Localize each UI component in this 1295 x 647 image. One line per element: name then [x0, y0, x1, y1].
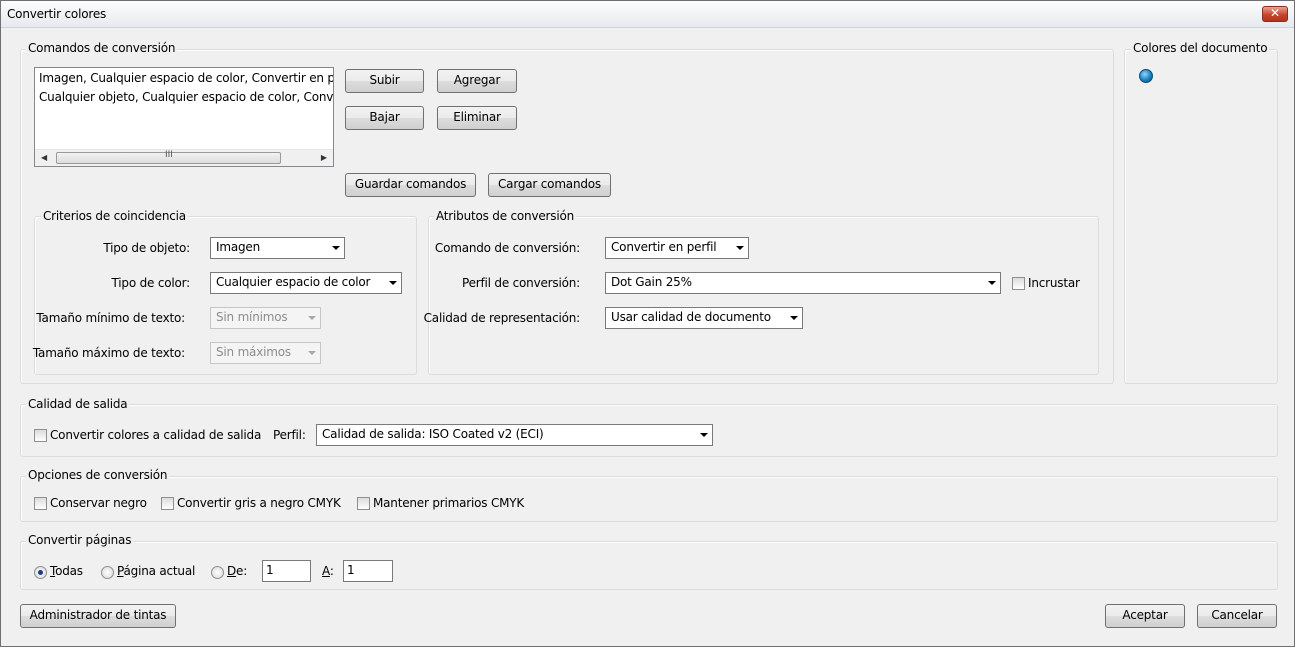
convert-colors-dialog: Convertir colores ✕ Comandos de conversi…	[0, 0, 1295, 647]
rendering-intent-value: Usar calidad de documento	[611, 310, 771, 324]
chevron-down-icon	[731, 238, 748, 258]
min-text-size-select: Sin mínimos	[210, 307, 321, 329]
delete-button[interactable]: Eliminar	[437, 106, 517, 130]
gray-to-black-checkbox[interactable]	[161, 497, 174, 510]
scroll-right-icon[interactable]: ▶	[321, 153, 327, 162]
keep-black-checkbox[interactable]	[34, 497, 47, 510]
window-title: Convertir colores	[7, 7, 107, 21]
current-page-label[interactable]: Página actual	[117, 564, 195, 578]
gray-to-black-label[interactable]: Convertir gris a negro CMYK	[177, 496, 341, 510]
object-type-select[interactable]: Imagen	[210, 237, 345, 259]
list-item[interactable]: Cualquier objeto, Cualquier espacio de c…	[39, 90, 333, 104]
chevron-down-icon	[303, 343, 320, 363]
scroll-thumb[interactable]: III	[56, 150, 281, 164]
save-commands-button[interactable]: Guardar comandos	[345, 173, 476, 197]
max-text-size-select: Sin máximos	[210, 342, 321, 364]
object-type-value: Imagen	[216, 240, 260, 254]
chevron-down-icon	[303, 308, 320, 328]
output-profile-select[interactable]: Calidad de salida: ISO Coated v2 (ECI)	[316, 424, 713, 446]
output-profile-value: Calidad de salida: ISO Coated v2 (ECI)	[322, 427, 544, 441]
conversion-commands-label: Comandos de conversión	[26, 41, 178, 55]
document-colors-label: Colores del documento	[1131, 41, 1270, 55]
color-type-value: Cualquier espacio de color	[216, 275, 371, 289]
conversion-command-label: Comando de conversión:	[434, 241, 580, 255]
keep-primaries-label[interactable]: Mantener primarios CMYK	[373, 496, 524, 510]
chevron-down-icon	[327, 238, 344, 258]
conversion-profile-value: Dot Gain 25%	[611, 275, 692, 289]
keep-primaries-checkbox[interactable]	[357, 497, 370, 510]
horizontal-scrollbar[interactable]: ◀ III ▶	[35, 149, 333, 166]
color-swatch[interactable]	[1139, 69, 1153, 83]
output-profile-label: Perfil:	[273, 428, 306, 442]
title-bar: Convertir colores ✕	[1, 1, 1294, 28]
chevron-down-icon	[785, 308, 802, 328]
output-intent-label: Calidad de salida	[26, 397, 130, 411]
ok-button[interactable]: Aceptar	[1105, 604, 1185, 628]
rendering-intent-select[interactable]: Usar calidad de documento	[605, 307, 803, 329]
convert-to-output-label[interactable]: Convertir colores a calidad de salida	[50, 428, 261, 442]
color-type-select[interactable]: Cualquier espacio de color	[210, 272, 402, 294]
color-type-label: Tipo de color:	[111, 276, 191, 290]
close-button[interactable]: ✕	[1262, 6, 1288, 22]
to-label[interactable]: A:	[322, 564, 334, 578]
conversion-attributes-group	[428, 216, 1099, 375]
document-colors-group	[1124, 49, 1278, 384]
chevron-down-icon	[384, 273, 401, 293]
conversion-attributes-label: Atributos de conversión	[434, 209, 577, 223]
max-text-size-label: Tamaño máximo de texto:	[32, 346, 185, 360]
embed-checkbox[interactable]	[1012, 277, 1025, 290]
load-commands-button[interactable]: Cargar comandos	[488, 173, 611, 197]
object-type-label: Tipo de objeto:	[103, 241, 190, 255]
scroll-left-icon[interactable]: ◀	[41, 153, 47, 162]
conversion-command-select[interactable]: Convertir en perfil	[605, 237, 749, 259]
move-down-button[interactable]: Bajar	[345, 106, 424, 130]
matching-criteria-label: Criterios de coincidencia	[41, 209, 188, 223]
to-page-input[interactable]: 1	[343, 560, 393, 582]
page-range-radio[interactable]	[211, 566, 224, 579]
convert-pages-label: Convertir páginas	[26, 533, 134, 547]
all-pages-label[interactable]: Todas	[50, 564, 83, 578]
conversion-options-label: Opciones de conversión	[26, 468, 170, 482]
commands-list[interactable]: Imagen, Cualquier espacio de color, Conv…	[34, 67, 334, 167]
move-up-button[interactable]: Subir	[345, 69, 424, 93]
min-text-size-value: Sin mínimos	[216, 310, 288, 324]
cancel-button[interactable]: Cancelar	[1197, 604, 1277, 628]
scroll-grip: III	[165, 150, 173, 160]
conversion-command-value: Convertir en perfil	[611, 240, 717, 254]
chevron-down-icon	[983, 273, 1000, 293]
current-page-radio[interactable]	[101, 566, 114, 579]
from-page-input[interactable]: 1	[262, 560, 311, 582]
list-item[interactable]: Imagen, Cualquier espacio de color, Conv…	[39, 71, 333, 85]
conversion-profile-select[interactable]: Dot Gain 25%	[605, 272, 1001, 294]
ink-manager-button[interactable]: Administrador de tintas	[20, 604, 176, 628]
min-text-size-label: Tamaño mínimo de texto:	[36, 311, 185, 325]
add-button[interactable]: Agregar	[437, 69, 517, 93]
rendering-intent-label: Calidad de representación:	[423, 311, 581, 325]
conversion-profile-label: Perfil de conversión:	[462, 276, 580, 290]
chevron-down-icon	[695, 425, 712, 445]
keep-black-label[interactable]: Conservar negro	[50, 496, 147, 510]
from-label[interactable]: De:	[227, 564, 247, 578]
all-pages-radio[interactable]	[34, 566, 47, 579]
convert-pages-group	[20, 541, 1278, 590]
embed-label[interactable]: Incrustar	[1028, 276, 1080, 290]
max-text-size-value: Sin máximos	[216, 345, 291, 359]
convert-to-output-checkbox[interactable]	[34, 429, 47, 442]
